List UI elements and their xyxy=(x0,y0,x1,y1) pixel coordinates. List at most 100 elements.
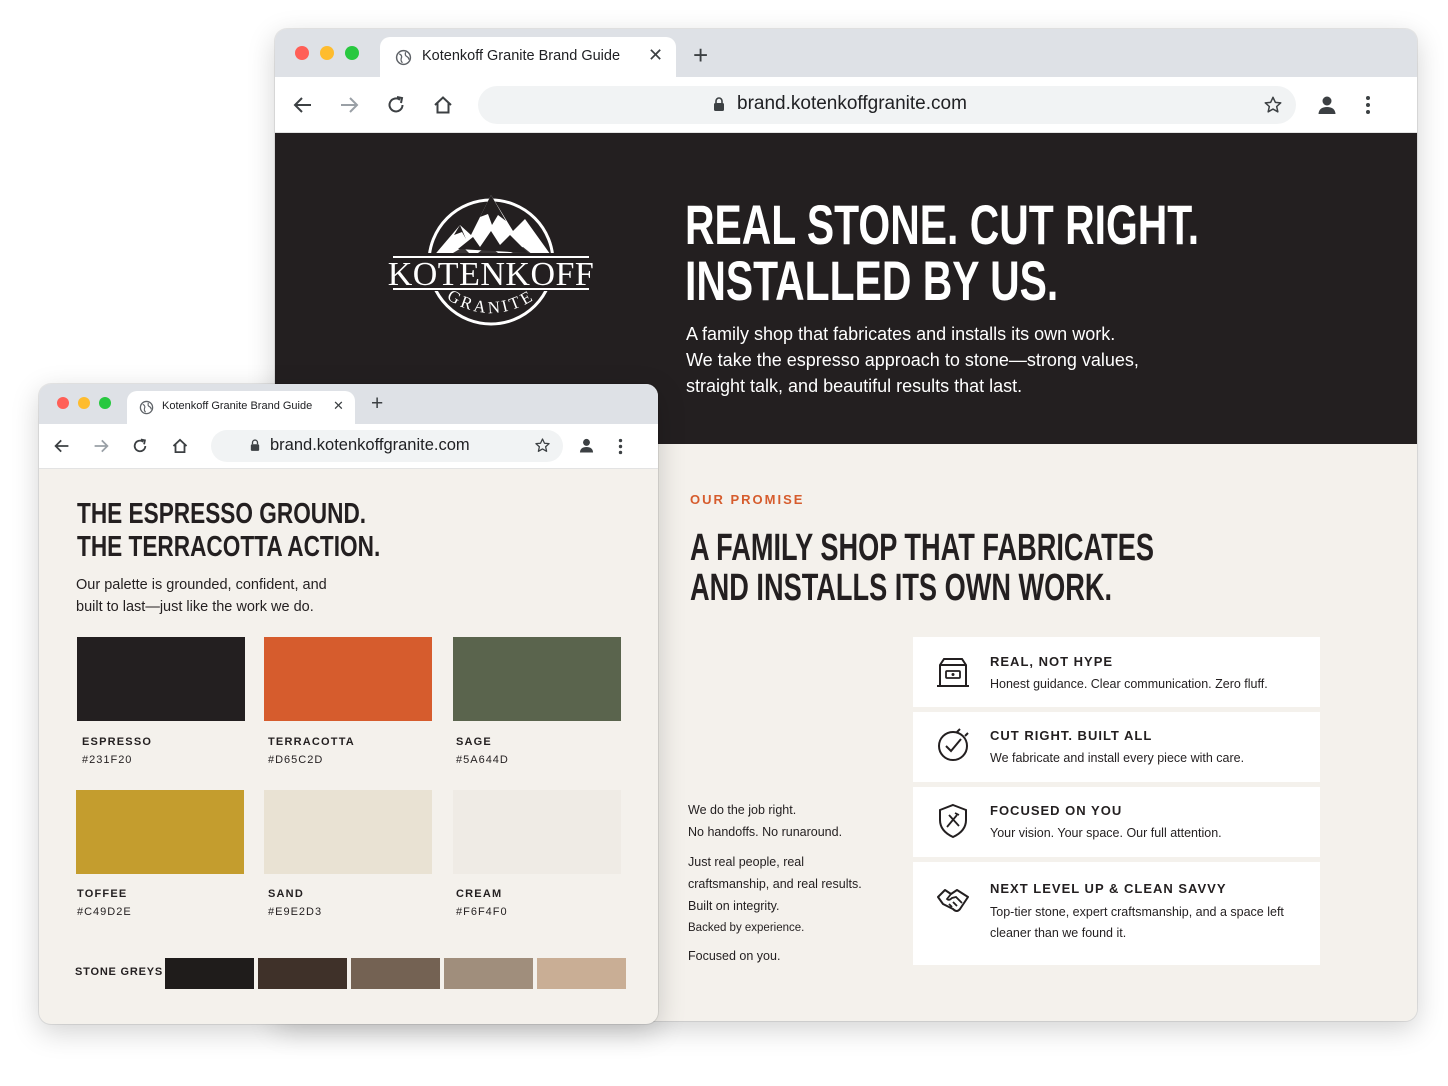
promise-card: FOCUSED ON YOU Your vision. Your space. … xyxy=(913,787,1320,857)
bookmark-star-icon[interactable] xyxy=(534,437,551,454)
left-copy-line: No handoffs. No runaround. xyxy=(688,825,843,839)
menu-dots-icon[interactable] xyxy=(617,438,624,455)
forward-arrow-icon[interactable] xyxy=(338,95,360,115)
address-bar[interactable]: brand.kotenkoffgranite.com xyxy=(211,430,563,462)
bookmark-star-icon[interactable] xyxy=(1263,95,1283,115)
palette-body-line2: built to last—just like the work we do. xyxy=(76,599,314,615)
tab-brand-guide[interactable]: Kotenkoff Granite Brand Guide ✕ xyxy=(127,391,355,424)
card-desc: Honest guidance. Clear communication. Ze… xyxy=(990,677,1268,691)
promise-headline-line1: A FAMILY SHOP THAT FABRICATES xyxy=(690,527,1154,569)
swatch-name: TOFFEE xyxy=(77,888,128,900)
hero-body: A family shop that fabricates and instal… xyxy=(686,321,1139,399)
swatch-espresso xyxy=(77,637,245,721)
promise-headline-line2: AND INSTALLS ITS OWN WORK. xyxy=(690,567,1113,609)
profile-icon[interactable] xyxy=(578,437,595,454)
stone-grey-chip xyxy=(165,958,254,989)
swatch-sand xyxy=(264,790,432,874)
palette-headline-line1: THE ESPRESSO GROUND. xyxy=(77,498,367,530)
card-title: NEXT LEVEL UP & CLEAN SAVVY xyxy=(990,881,1227,896)
home-icon[interactable] xyxy=(432,94,454,116)
swatch-name: SAGE xyxy=(456,736,492,748)
tab-strip: Kotenkoff Granite Brand Guide ✕ + xyxy=(39,384,658,424)
swatch-sage xyxy=(453,637,621,721)
tab-strip: Kotenkoff Granite Brand Guide ✕ + xyxy=(275,29,1417,77)
left-copy-line: We do the job right. xyxy=(688,803,797,817)
browser-window-palette: Kotenkoff Granite Brand Guide ✕ + brand.… xyxy=(39,384,658,1024)
left-copy-line: Built on integrity. xyxy=(688,899,780,913)
hero-headline-line1: REAL STONE. CUT RIGHT. xyxy=(685,193,1200,256)
promise-card: NEXT LEVEL UP & CLEAN SAVVY Top-tier sto… xyxy=(913,862,1320,965)
stone-grey-chip xyxy=(351,958,440,989)
stone-greys-label: STONE GREYS xyxy=(75,966,164,978)
swatch-hex: #231F20 xyxy=(82,754,133,766)
promise-headline-line1-wrap: A FAMILY SHOP THAT FABRICATES xyxy=(690,528,1339,568)
shield-tools-icon xyxy=(939,803,967,839)
address-bar[interactable]: brand.kotenkoffgranite.com xyxy=(478,86,1296,124)
url-text: brand.kotenkoffgranite.com xyxy=(270,436,470,454)
card-title: REAL, NOT HYPE xyxy=(990,654,1114,669)
window-maximize-button[interactable] xyxy=(345,46,359,60)
toolbar: brand.kotenkoffgranite.com xyxy=(39,424,658,469)
hero-headline-line1-wrap: REAL STONE. CUT RIGHT. xyxy=(685,193,1385,256)
logo-wordmark: KOTENKOFF xyxy=(388,256,594,293)
hero-body-line1: A family shop that fabricates and instal… xyxy=(686,324,1116,344)
palette-body-line1: Our palette is grounded, confident, and xyxy=(76,577,327,593)
promise-card: REAL, NOT HYPE Honest guidance. Clear co… xyxy=(913,637,1320,707)
hero-headline-line2: INSTALLED BY US. xyxy=(685,249,1059,312)
palette-headline-line1-wrap: THE ESPRESSO GROUND. xyxy=(77,498,448,530)
promise-eyebrow: OUR PROMISE xyxy=(690,492,805,507)
menu-dots-icon[interactable] xyxy=(1364,95,1372,115)
kotenkoff-logo: KOTENKOFF GRANITE xyxy=(388,195,594,326)
toolbar: brand.kotenkoffgranite.com xyxy=(275,77,1417,133)
palette-headline-line2-wrap: THE TERRACOTTA ACTION. xyxy=(77,531,466,563)
forward-arrow-icon[interactable] xyxy=(92,438,110,454)
tab-close-icon[interactable]: ✕ xyxy=(648,45,663,66)
window-close-button[interactable] xyxy=(295,46,309,60)
swatch-hex: #F6F4F0 xyxy=(456,906,508,918)
stone-grey-chip xyxy=(537,958,626,989)
swatch-name: CREAM xyxy=(456,888,503,900)
promise-card: CUT RIGHT. BUILT ALL We fabricate and in… xyxy=(913,712,1320,782)
back-arrow-icon[interactable] xyxy=(292,95,314,115)
handshake-icon xyxy=(937,889,969,912)
new-tab-button[interactable]: + xyxy=(371,392,383,416)
store-icon xyxy=(937,658,969,687)
stone-grey-chip xyxy=(258,958,347,989)
lock-icon xyxy=(714,97,724,111)
globe-icon xyxy=(395,49,412,66)
hero-headline-line2-wrap: INSTALLED BY US. xyxy=(685,249,1385,312)
stone-grey-chip xyxy=(444,958,533,989)
tab-close-icon[interactable]: ✕ xyxy=(333,398,344,414)
window-maximize-button[interactable] xyxy=(99,397,111,409)
left-copy-line: Backed by experience. xyxy=(688,922,805,934)
promise-left-copy: We do the job right. No handoffs. No run… xyxy=(688,799,862,967)
tab-title: Kotenkoff Granite Brand Guide xyxy=(422,48,621,64)
swatch-name: ESPRESSO xyxy=(82,736,153,748)
url-text: brand.kotenkoffgranite.com xyxy=(737,93,967,114)
swatch-hex: #5A644D xyxy=(456,754,509,766)
swatch-cream xyxy=(453,790,621,874)
card-desc: We fabricate and install every piece wit… xyxy=(990,751,1245,765)
check-cut-icon xyxy=(938,728,969,761)
globe-icon xyxy=(139,400,154,415)
tab-title: Kotenkoff Granite Brand Guide xyxy=(162,400,313,412)
window-minimize-button[interactable] xyxy=(320,46,334,60)
card-title: CUT RIGHT. BUILT ALL xyxy=(990,728,1153,743)
home-icon[interactable] xyxy=(171,437,189,455)
window-minimize-button[interactable] xyxy=(78,397,90,409)
profile-icon[interactable] xyxy=(1316,94,1338,116)
card-desc: Top-tier stone, expert craftsmanship, an… xyxy=(990,905,1284,940)
window-close-button[interactable] xyxy=(57,397,69,409)
swatch-name: TERRACOTTA xyxy=(268,736,355,748)
back-arrow-icon[interactable] xyxy=(53,438,71,454)
reload-icon[interactable] xyxy=(385,94,407,116)
swatch-hex: #D65C2D xyxy=(268,754,324,766)
hero-body-line2: We take the espresso approach to stone—s… xyxy=(686,350,1139,370)
palette-headline-line2: THE TERRACOTTA ACTION. xyxy=(77,531,381,563)
left-copy-line: Focused on you. xyxy=(688,949,781,963)
swatch-toffee xyxy=(76,790,244,874)
tab-brand-guide[interactable]: Kotenkoff Granite Brand Guide ✕ xyxy=(380,37,676,77)
swatch-hex: #C49D2E xyxy=(77,906,132,918)
reload-icon[interactable] xyxy=(131,437,149,455)
new-tab-button[interactable]: + xyxy=(693,40,708,71)
